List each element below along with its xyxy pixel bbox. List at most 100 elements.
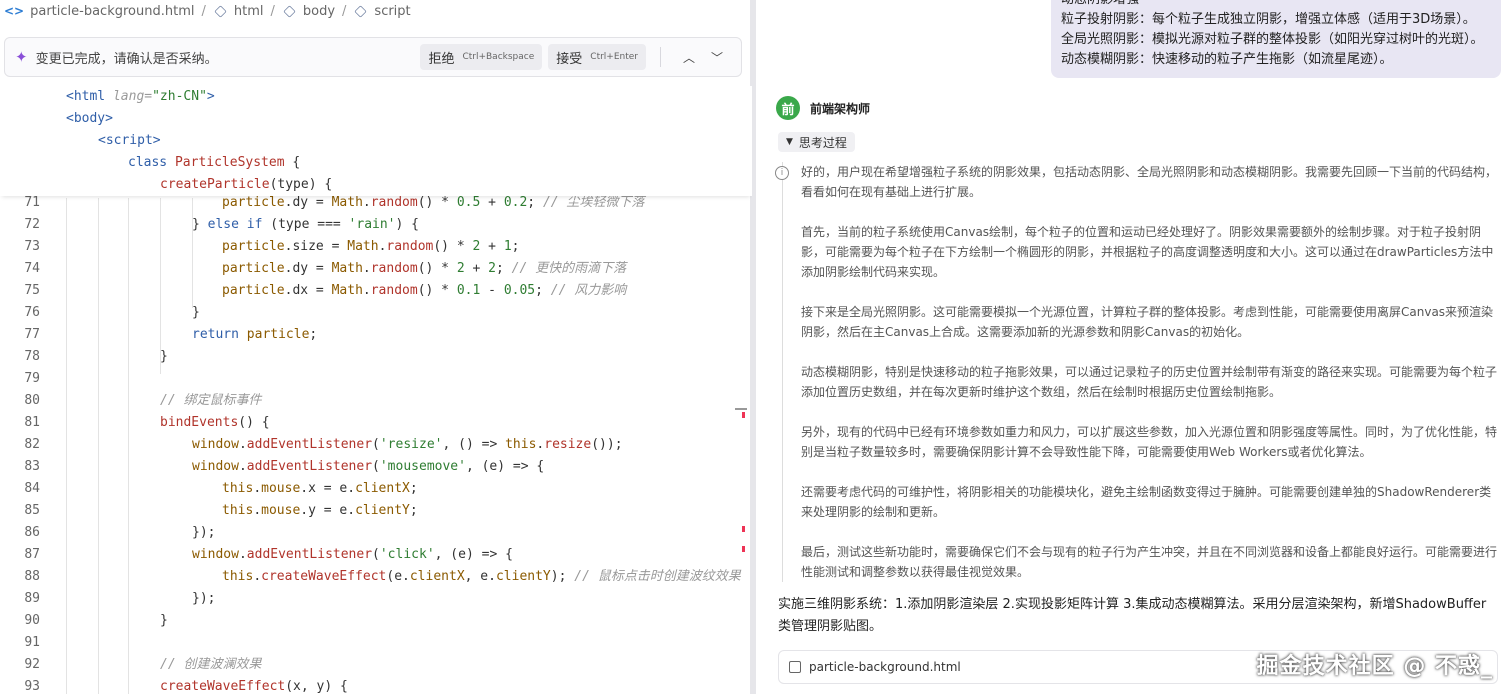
line-number: 83 xyxy=(24,459,40,474)
code-line[interactable]: window.addEventListener('mousemove', (e)… xyxy=(192,456,544,478)
thinking-label: 思考过程 xyxy=(798,135,847,150)
reject-button[interactable]: 拒绝 Ctrl+Backspace xyxy=(420,44,543,70)
watermark: 掘金技术社区 @ 不惑_ xyxy=(1256,654,1493,679)
assistant-header: 前 前端架构师 xyxy=(776,96,870,120)
breadcrumb-html[interactable]: html xyxy=(234,4,264,19)
line-number: 89 xyxy=(24,591,40,606)
line-number: 84 xyxy=(24,481,40,496)
accept-shortcut: Ctrl+Enter xyxy=(590,52,638,62)
change-review-banner: ✦ 变更已完成，请确认是否采纳。 拒绝 Ctrl+Backspace 接受 Ct… xyxy=(4,37,742,77)
chevron-down-icon[interactable]: ﹀ xyxy=(703,44,731,70)
code-line[interactable]: // 绑定鼠标事件 xyxy=(160,390,261,412)
breadcrumb-script[interactable]: script xyxy=(374,4,410,19)
code-line[interactable]: particle.size = Math.random() * 2 + 1; xyxy=(222,236,519,258)
info-icon: i xyxy=(775,166,789,180)
line-number: 81 xyxy=(24,415,40,430)
code-line[interactable]: window.addEventListener('resize', () => … xyxy=(192,434,623,456)
line-number: 76 xyxy=(24,305,40,320)
indent-guide xyxy=(98,198,99,694)
thinking-paragraph: 还需要考虑代码的可维护性，将阴影相关的功能模块化，避免主绘制函数变得过于臃肿。可… xyxy=(801,485,1492,519)
breadcrumb-body[interactable]: body xyxy=(303,4,335,19)
scrollbar-change-marker[interactable] xyxy=(742,526,745,532)
breadcrumb-separator: / xyxy=(201,3,206,19)
sticky-line-method[interactable]: createParticle(type) { xyxy=(160,174,332,196)
code-line[interactable]: window.addEventListener('click', (e) => … xyxy=(192,544,513,566)
line-number: 87 xyxy=(24,547,40,562)
user-message-line: 动态阴影增强 xyxy=(1061,0,1491,10)
sticky-line-script[interactable]: <script> xyxy=(98,130,161,152)
code-line[interactable]: } xyxy=(192,302,200,324)
line-number: 79 xyxy=(24,371,40,386)
line-number: 85 xyxy=(24,503,40,518)
thinking-content: i 好的，用户现在希望增强粒子系统的阴影效果，包括动态阴影、全局光照阴影和动态模… xyxy=(775,162,1498,582)
line-number: 78 xyxy=(24,349,40,364)
user-message: 动态阴影增强 粒子投射阴影：每个粒子生成独立阴影，增强立体感（适用于3D场景）。… xyxy=(1051,0,1501,78)
file-icon xyxy=(789,661,801,673)
code-line[interactable]: this.createWaveEffect(e.clientX, e.clien… xyxy=(222,566,741,588)
line-number: 73 xyxy=(24,239,40,254)
editor-pane: <> particle-background.html / html / bod… xyxy=(0,0,752,694)
line-number: 74 xyxy=(24,261,40,276)
code-line[interactable]: createWaveEffect(x, y) { xyxy=(160,676,348,694)
banner-divider xyxy=(660,47,661,67)
scrollbar-change-marker[interactable] xyxy=(742,412,745,418)
sticky-line-body[interactable]: <body> xyxy=(66,108,113,130)
line-number: 72 xyxy=(24,217,40,232)
code-line[interactable]: // 创建波澜效果 xyxy=(160,654,261,676)
indent-guide xyxy=(66,198,67,694)
accept-label: 接受 xyxy=(556,51,583,67)
code-line[interactable]: }); xyxy=(192,522,215,544)
scrollbar-change-marker[interactable] xyxy=(742,546,745,552)
code-line[interactable]: }); xyxy=(192,588,215,610)
code-line[interactable]: particle.dx = Math.random() * 0.1 - 0.05… xyxy=(222,280,626,302)
code-line[interactable]: this.mouse.x = e.clientX; xyxy=(222,478,418,500)
code-line[interactable]: this.mouse.y = e.clientY; xyxy=(222,500,418,522)
sparkle-icon: ✦ xyxy=(15,48,28,66)
code-line[interactable]: } xyxy=(160,610,168,632)
code-line[interactable]: particle.dy = Math.random() * 2 + 2; // … xyxy=(222,258,626,280)
thinking-paragraph: 接下来是全局光照阴影。这可能需要模拟一个光源位置，计算粒子群的整体投影。考虑到性… xyxy=(801,305,1494,339)
line-number: 91 xyxy=(24,635,40,650)
cube-icon xyxy=(214,4,227,18)
line-number: 75 xyxy=(24,283,40,298)
sticky-line-class[interactable]: class ParticleSystem { xyxy=(128,152,300,174)
chevron-up-icon[interactable]: ︿ xyxy=(675,44,703,70)
code-line[interactable]: } xyxy=(160,346,168,368)
line-number: 92 xyxy=(24,657,40,672)
reject-shortcut: Ctrl+Backspace xyxy=(462,52,535,62)
breadcrumb-separator: / xyxy=(270,3,275,19)
thinking-paragraph: 动态模糊阴影，特别是快速移动的粒子拖影效果，可以通过记录粒子的历史位置并绘制带有… xyxy=(801,365,1498,399)
code-line[interactable]: bindEvents() { xyxy=(160,412,270,434)
thinking-paragraph: 另外，现有的代码中已经有环境参数如重力和风力，可以扩展这些参数，加入光源位置和阴… xyxy=(801,425,1498,459)
breadcrumb-separator: / xyxy=(342,3,347,19)
banner-message: 变更已完成，请确认是否采纳。 xyxy=(35,51,218,67)
indent-guide xyxy=(128,198,129,694)
assistant-name: 前端架构师 xyxy=(810,101,871,116)
line-number: 80 xyxy=(24,393,40,408)
line-number: 88 xyxy=(24,569,40,584)
code-line[interactable]: return particle; xyxy=(192,324,317,346)
breadcrumb: <> particle-background.html / html / bod… xyxy=(0,0,752,22)
sticky-line-html[interactable]: <html lang="zh-CN"> xyxy=(66,86,215,108)
line-number: 93 xyxy=(24,679,40,694)
line-number: 82 xyxy=(24,437,40,452)
thinking-paragraph: 首先，当前的粒子系统使用Canvas绘制，每个粒子的位置和运动已经处理好了。阴影… xyxy=(801,225,1494,279)
avatar: 前 xyxy=(776,96,800,120)
code-line[interactable]: } else if (type === 'rain') { xyxy=(192,214,419,236)
chat-pane: 动态阴影增强 粒子投射阴影：每个粒子生成独立阴影，增强立体感（适用于3D场景）。… xyxy=(756,0,1511,694)
thinking-paragraph: 最后，测试这些新功能时，需要确保它们不会与现有的粒子行为产生冲突，并且在不同浏览… xyxy=(801,545,1498,579)
code-editor[interactable]: 71 particle.dy = Math.random() * 0.5 + 0… xyxy=(0,195,752,694)
user-message-line: 全局光照阴影：模拟光源对粒子群的整体投影（如阳光穿过树叶的光斑）。 xyxy=(1061,32,1484,47)
breadcrumb-file[interactable]: particle-background.html xyxy=(30,4,194,19)
accept-button[interactable]: 接受 Ctrl+Enter xyxy=(548,44,646,70)
chevron-down-icon: ▼ xyxy=(786,137,793,147)
thinking-toggle[interactable]: ▼ 思考过程 xyxy=(778,132,855,152)
cube-icon xyxy=(354,4,368,18)
assistant-summary: 实施三维阴影系统：1.添加阴影渲染层 2.实现投影矩阵计算 3.集成动态模糊算法… xyxy=(778,597,1487,634)
line-number: 86 xyxy=(24,525,40,540)
scrollbar-thumb[interactable] xyxy=(735,408,747,410)
file-name: particle-background.html xyxy=(809,660,961,674)
line-number: 77 xyxy=(24,327,40,342)
code-file-icon: <> xyxy=(4,4,25,18)
cube-icon xyxy=(283,4,296,18)
